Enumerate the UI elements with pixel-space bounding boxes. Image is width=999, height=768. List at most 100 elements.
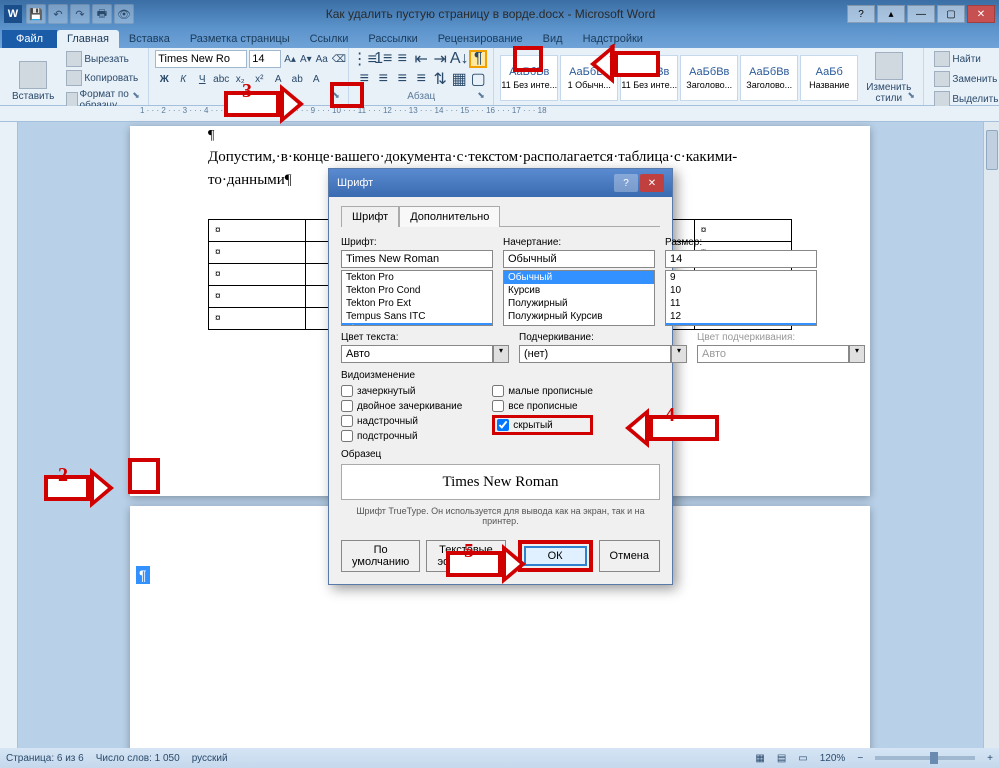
zoom-out-icon[interactable]: − [857, 753, 863, 764]
list-item[interactable]: Tekton Pro [342, 271, 492, 284]
justify-icon[interactable]: ≡ [412, 70, 430, 88]
status-page[interactable]: Страница: 6 из 6 [6, 753, 84, 764]
check-dstrike[interactable]: двойное зачеркивание [341, 400, 462, 412]
list-item[interactable]: 9 [666, 271, 816, 284]
tab-mailings[interactable]: Рассылки [358, 30, 427, 48]
qat-preview-icon[interactable]: 👁 [114, 4, 134, 24]
font-name-input[interactable] [341, 250, 493, 268]
hidden-checkbox[interactable] [497, 419, 509, 431]
view-web-icon[interactable]: ▭ [798, 753, 807, 764]
tab-home[interactable]: Главная [57, 30, 119, 48]
show-paragraph-marks-button[interactable]: ¶ [469, 50, 487, 68]
copy-button[interactable]: Копировать [62, 69, 142, 87]
list-item[interactable]: Полужирный Курсив [504, 310, 654, 323]
checkbox[interactable] [341, 385, 353, 397]
checkbox[interactable] [341, 400, 353, 412]
chevron-down-icon[interactable]: ▾ [671, 345, 687, 363]
zoom-thumb[interactable] [930, 752, 938, 764]
ruler-vertical[interactable] [0, 122, 18, 748]
checkbox[interactable] [341, 430, 353, 442]
table-cell[interactable]: ¤ [209, 308, 306, 330]
list-item[interactable]: 14 [666, 323, 816, 326]
maximize-button[interactable]: ▢ [937, 5, 965, 23]
status-words[interactable]: Число слов: 1 050 [96, 753, 180, 764]
qat-print-icon[interactable]: 🖶 [92, 4, 112, 24]
shading-icon[interactable]: ▦ [450, 70, 468, 88]
borders-icon[interactable]: ▢ [469, 70, 487, 88]
list-item[interactable]: Tekton Pro Cond [342, 284, 492, 297]
qat-undo-icon[interactable]: ↶ [48, 4, 68, 24]
list-item[interactable]: 10 [666, 284, 816, 297]
check-hidden[interactable]: скрытый [497, 419, 588, 431]
inc-indent-icon[interactable]: ⇥ [431, 50, 449, 68]
check-allcaps[interactable]: все прописные [492, 400, 593, 412]
align-center-icon[interactable]: ≡ [374, 70, 392, 88]
grow-font-icon[interactable]: A▴ [283, 50, 297, 68]
cut-button[interactable]: Вырезать [62, 50, 142, 68]
list-item[interactable]: 11 [666, 297, 816, 310]
dialog-tab-advanced[interactable]: Дополнительно [399, 206, 500, 227]
dialog-help-icon[interactable]: ? [614, 174, 638, 192]
table-cell[interactable]: ¤ [209, 220, 306, 242]
sort-icon[interactable]: A↓ [450, 50, 468, 68]
ribbon-min-button[interactable]: ▴ [877, 5, 905, 23]
chevron-down-icon[interactable]: ▾ [493, 345, 509, 363]
check-sub[interactable]: подстрочный [341, 430, 462, 442]
list-item[interactable]: Полужирный [504, 297, 654, 310]
font-color-icon[interactable]: A [307, 70, 325, 88]
list-item[interactable]: 12 [666, 310, 816, 323]
dialog-titlebar[interactable]: Шрифт ? ✕ [329, 169, 672, 197]
replace-button[interactable]: Заменить [930, 70, 999, 88]
table-cell[interactable]: ¤ [209, 242, 306, 264]
tab-insert[interactable]: Вставка [119, 30, 180, 48]
multilevel-icon[interactable]: ≡ [393, 50, 411, 68]
ok-button[interactable]: ОК [524, 546, 587, 566]
ruler-horizontal[interactable]: 1 · · · 2 · · · 3 · · · 4 · · · 5 · · · … [0, 106, 999, 122]
line-spacing-icon[interactable]: ⇅ [431, 70, 449, 88]
scrollbar-vertical[interactable] [983, 122, 999, 748]
style-item[interactable]: АаБбВвЗаголово... [680, 55, 738, 101]
cancel-button[interactable]: Отмена [599, 540, 660, 572]
underline-select[interactable] [519, 345, 671, 363]
view-read-icon[interactable]: ▤ [777, 753, 786, 764]
bold-button[interactable]: Ж [155, 70, 173, 88]
font-family-select[interactable] [155, 50, 247, 68]
checkbox[interactable] [492, 400, 504, 412]
underline-button[interactable]: Ч [193, 70, 211, 88]
list-item[interactable]: Tempus Sans ITC [342, 310, 492, 323]
close-button[interactable]: ✕ [967, 5, 995, 23]
clear-format-icon[interactable]: ⌫ [331, 50, 347, 68]
dec-indent-icon[interactable]: ⇤ [412, 50, 430, 68]
zoom-slider[interactable] [875, 756, 975, 760]
help-button[interactable]: ? [847, 5, 875, 23]
styles-launcher-icon[interactable]: ⬊ [907, 90, 921, 104]
status-lang[interactable]: русский [192, 753, 228, 764]
check-strike[interactable]: зачеркнутый [341, 385, 462, 397]
font-color-select[interactable] [341, 345, 493, 363]
minimize-button[interactable]: — [907, 5, 935, 23]
clipboard-launcher-icon[interactable]: ⬊ [132, 90, 146, 104]
font-list[interactable]: Tekton Pro Tekton Pro Cond Tekton Pro Ex… [341, 270, 493, 326]
default-button[interactable]: По умолчанию [341, 540, 420, 572]
table-cell[interactable]: ¤ [209, 286, 306, 308]
selected-pilcrow[interactable]: ¶ [136, 566, 150, 584]
align-right-icon[interactable]: ≡ [393, 70, 411, 88]
list-item[interactable]: Курсив [504, 284, 654, 297]
zoom-value[interactable]: 120% [820, 753, 846, 764]
tab-references[interactable]: Ссылки [300, 30, 359, 48]
check-smallcaps[interactable]: малые прописные [492, 385, 593, 397]
view-print-icon[interactable]: ▦ [755, 753, 764, 764]
change-case-icon[interactable]: Aa [315, 50, 329, 68]
size-list[interactable]: 9 10 11 12 14 [665, 270, 817, 326]
table-cell[interactable]: ¤ [209, 264, 306, 286]
checkbox[interactable] [341, 415, 353, 427]
list-item[interactable]: Обычный [504, 271, 654, 284]
style-item[interactable]: АаБбВвЗаголово... [740, 55, 798, 101]
dialog-close-icon[interactable]: ✕ [640, 174, 664, 192]
checkbox[interactable] [492, 385, 504, 397]
scroll-thumb[interactable] [986, 130, 998, 170]
bullets-icon[interactable]: ⋮≡ [355, 50, 373, 68]
zoom-in-icon[interactable]: + [987, 753, 993, 764]
file-tab[interactable]: Файл [2, 30, 57, 48]
font-style-input[interactable] [503, 250, 655, 268]
